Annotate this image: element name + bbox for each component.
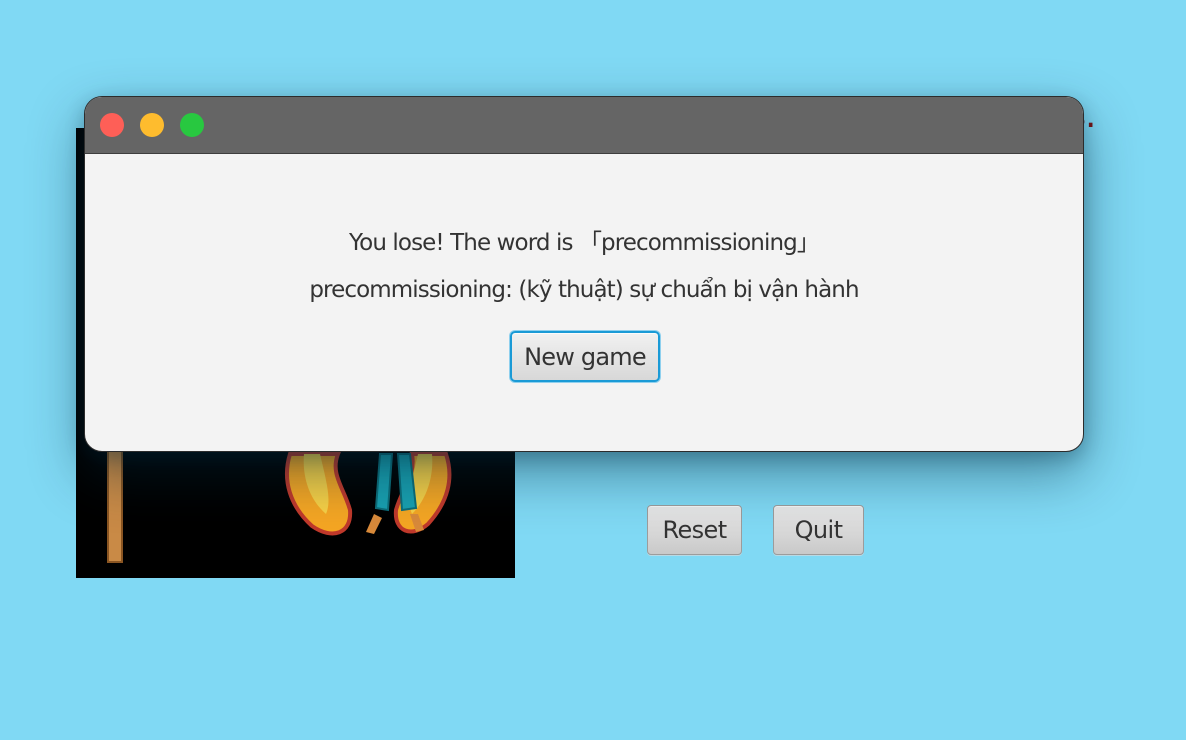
flame-graphic — [285, 452, 452, 536]
zoom-window-icon[interactable] — [180, 113, 204, 137]
game-over-dialog: You lose! The word is 「precommissioning」… — [84, 96, 1084, 452]
dialog-titlebar[interactable] — [85, 97, 1083, 154]
gallows-pole — [107, 445, 123, 563]
quit-button[interactable]: Quit — [773, 505, 864, 555]
minimize-window-icon[interactable] — [140, 113, 164, 137]
result-message: You lose! The word is 「precommissioning」 — [349, 230, 820, 256]
close-window-icon[interactable] — [100, 113, 124, 137]
word-definition: precommissioning: (kỹ thuật) sự chuẩn bị… — [309, 277, 859, 303]
new-game-button[interactable]: New game — [510, 331, 660, 382]
reset-button[interactable]: Reset — [647, 505, 742, 555]
